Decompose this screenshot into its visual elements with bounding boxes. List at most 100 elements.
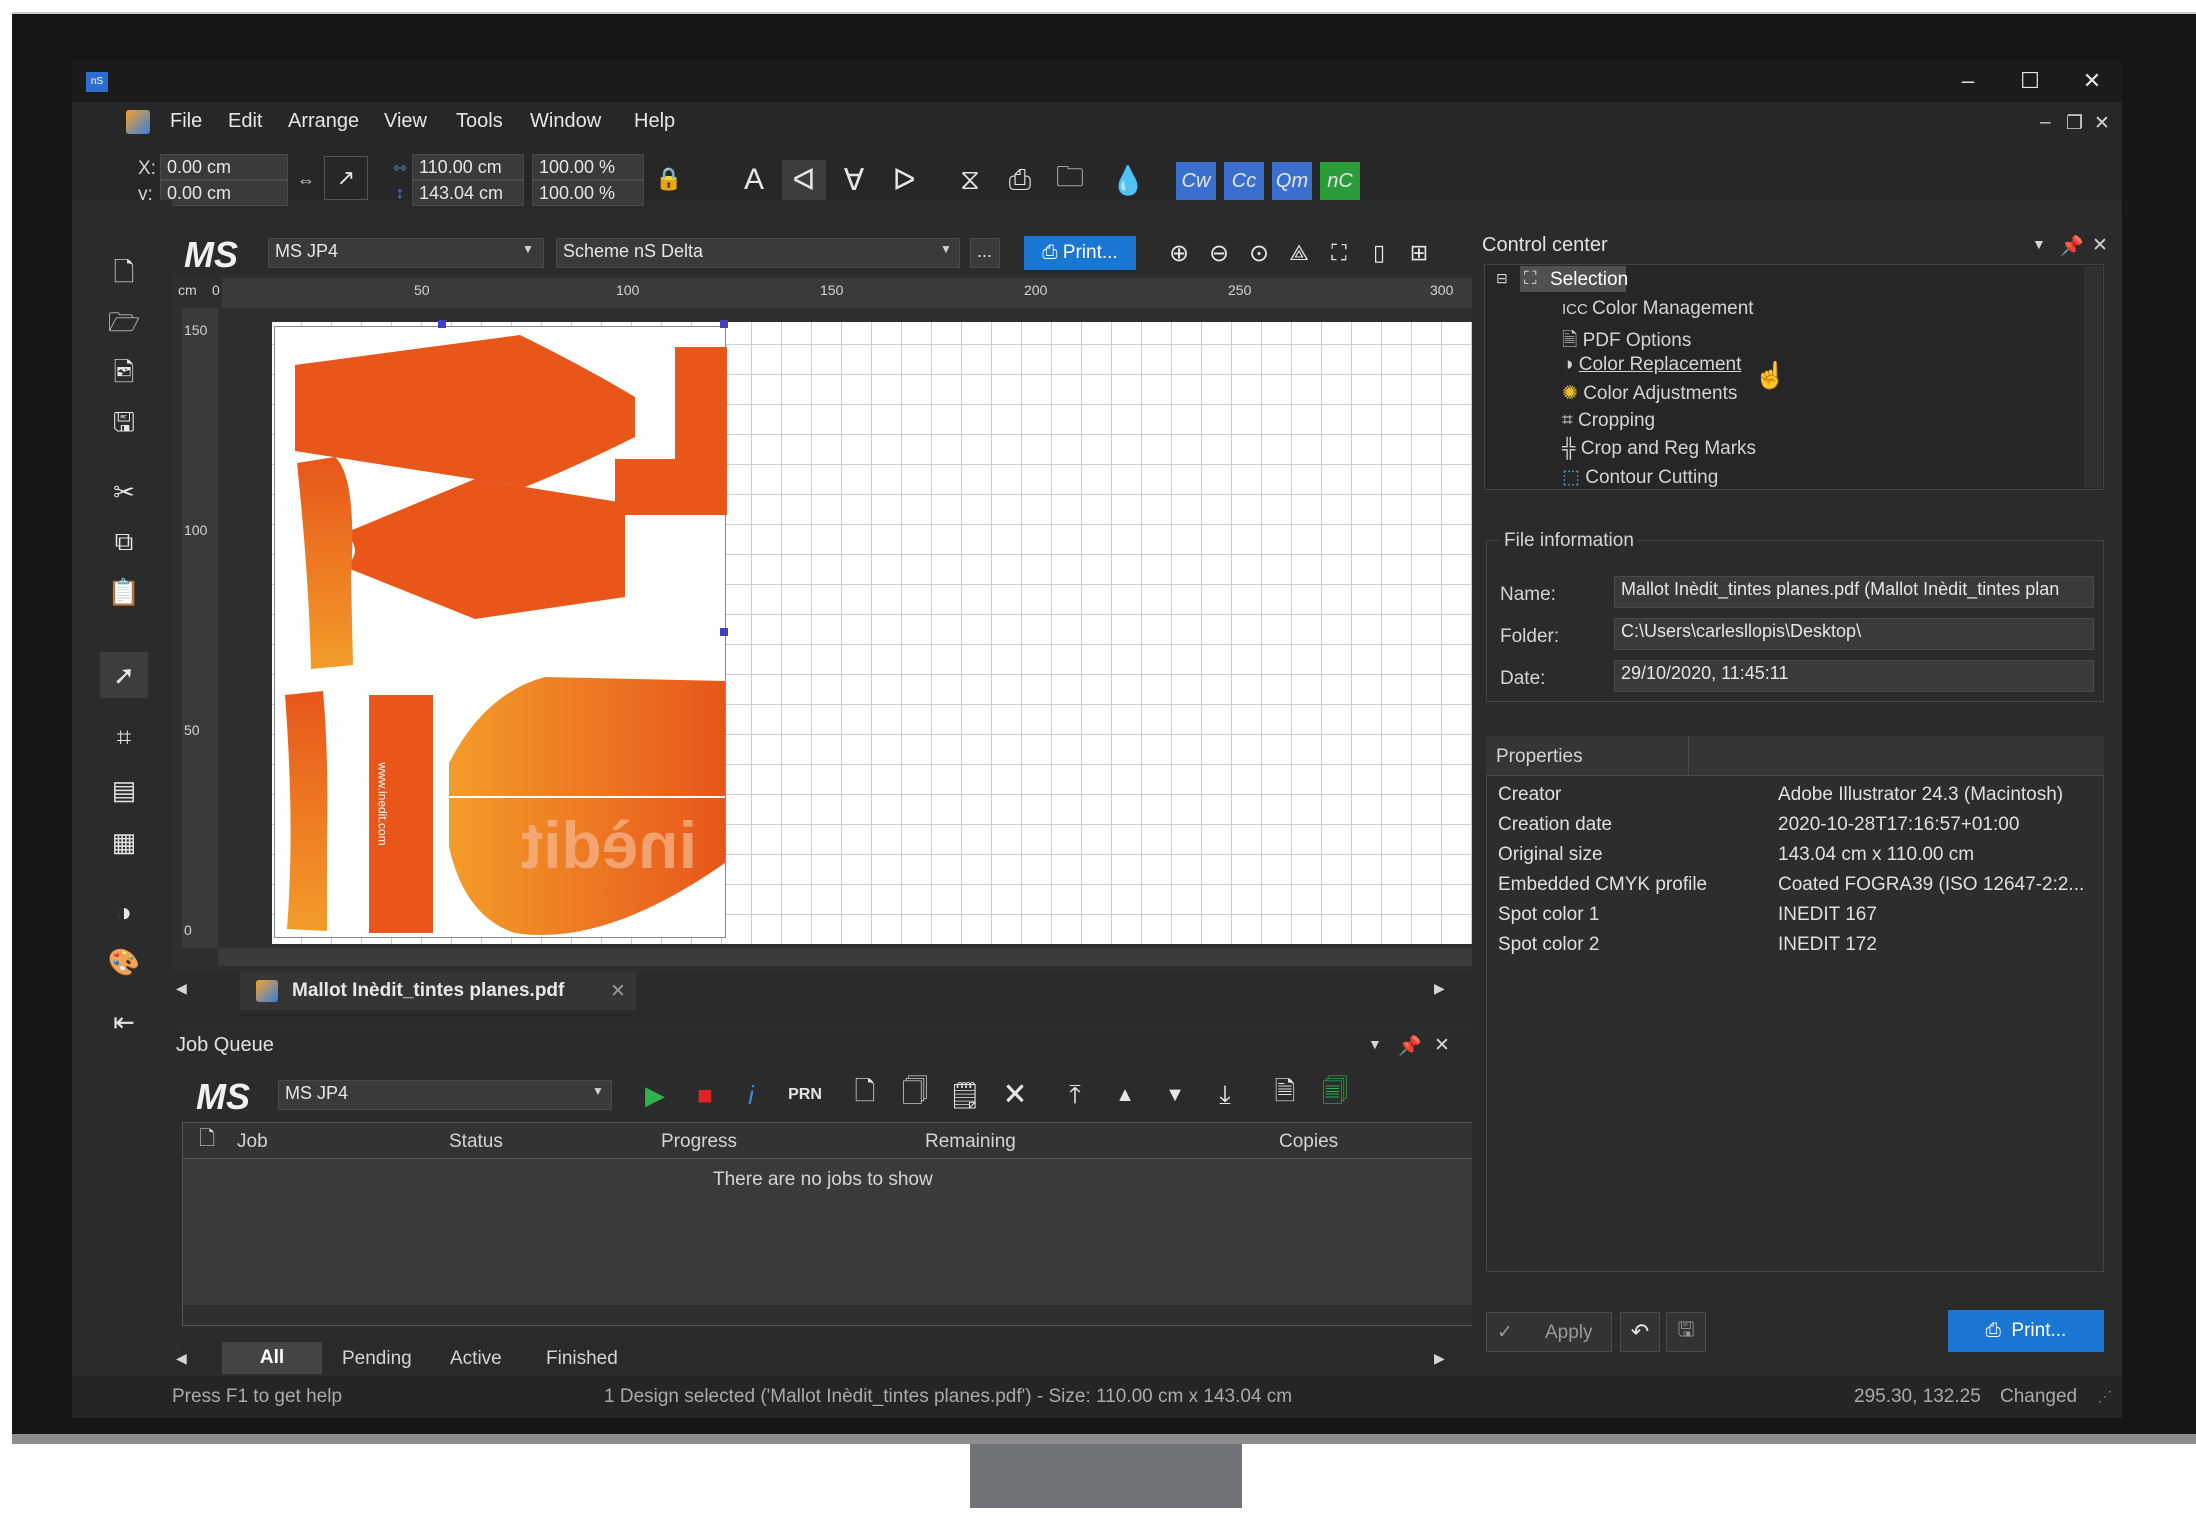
column-progress[interactable]: Progress bbox=[661, 1131, 737, 1153]
link-dimensions-icon[interactable]: ⇔ bbox=[294, 156, 318, 204]
tree-item-selection[interactable]: ⛶ Selection bbox=[1520, 266, 1628, 292]
column-remaining[interactable]: Remaining bbox=[925, 1131, 1016, 1153]
column-status[interactable]: Status bbox=[449, 1131, 503, 1153]
close-panel-icon[interactable]: ✕ bbox=[1434, 1034, 1450, 1057]
maximize-button[interactable]: ☐ bbox=[2010, 66, 2050, 96]
paste-icon[interactable]: 📋 bbox=[102, 570, 146, 614]
tab-active[interactable]: Active bbox=[450, 1348, 502, 1370]
selection-handle[interactable] bbox=[720, 628, 728, 636]
job-delete-icon[interactable]: 🗙 bbox=[998, 1076, 1032, 1112]
menu-help[interactable]: Help bbox=[634, 110, 675, 133]
name-field[interactable]: Mallot Inèdit_tintes planes.pdf (Mallot … bbox=[1614, 576, 2094, 608]
pin-icon[interactable]: 📌 bbox=[2060, 234, 2084, 258]
tree-collapse-icon[interactable]: ⊟ bbox=[1496, 270, 1508, 287]
palette-icon[interactable]: 🎨 bbox=[102, 940, 146, 984]
tab-all[interactable]: All bbox=[222, 1342, 322, 1374]
import-job-icon[interactable]: 🗐 bbox=[1318, 1076, 1352, 1112]
zoom-out-icon[interactable]: ⊖ bbox=[1202, 236, 1236, 270]
add-image-icon[interactable]: 🖻 bbox=[102, 354, 146, 398]
save-settings-icon[interactable]: 🖫 bbox=[1666, 1312, 1706, 1352]
menu-window[interactable]: Window bbox=[530, 110, 601, 133]
tree-item-contour-cutting[interactable]: ⬚ Contour Cutting bbox=[1562, 466, 1718, 489]
width-field[interactable]: 110.00 cm bbox=[412, 154, 524, 180]
new-document-icon[interactable]: 🗋 bbox=[102, 254, 146, 298]
tab-scroll-left-icon[interactable]: ◀ bbox=[176, 1350, 187, 1367]
zoom-objects-icon[interactable]: ⟁ bbox=[1282, 236, 1316, 270]
prn-button[interactable]: PRN bbox=[780, 1078, 830, 1112]
move-down-icon[interactable]: ▼ bbox=[1158, 1078, 1192, 1112]
folder-settings-icon[interactable]: 🗀 bbox=[1048, 160, 1092, 200]
zoom-fit-icon[interactable]: ⊙ bbox=[1242, 236, 1276, 270]
mdi-minimize-button[interactable]: – bbox=[2040, 112, 2051, 134]
grid-icon[interactable]: ▦ bbox=[102, 820, 146, 864]
column-job[interactable]: Job bbox=[237, 1131, 268, 1153]
tile-icon[interactable]: ▤ bbox=[102, 768, 146, 812]
tab-scroll-right-icon[interactable]: ▶ bbox=[1434, 1350, 1445, 1367]
stop-icon[interactable]: ■ bbox=[688, 1078, 722, 1112]
apply-button[interactable]: ✓ Apply bbox=[1486, 1312, 1612, 1352]
move-bottom-icon[interactable]: ⤓ bbox=[1208, 1078, 1242, 1112]
tree-item-color-management[interactable]: ICC Color Management bbox=[1562, 298, 1754, 320]
menu-tools[interactable]: Tools bbox=[456, 110, 503, 133]
resize-grip-icon[interactable]: ⋰ bbox=[2098, 1388, 2112, 1405]
mdi-close-button[interactable]: ✕ bbox=[2094, 112, 2110, 135]
panel-menu-icon[interactable]: ▼ bbox=[2032, 236, 2046, 252]
select-arrow-icon[interactable]: ➚ bbox=[100, 652, 148, 698]
tab-pending[interactable]: Pending bbox=[342, 1348, 412, 1370]
chart-origin-icon[interactable]: ↗ bbox=[324, 156, 368, 200]
ink-drop-icon[interactable]: 💧 bbox=[1106, 160, 1150, 200]
queue-send-icon[interactable]: ⇤ bbox=[102, 1000, 146, 1044]
height-percent-field[interactable]: 100.00 % bbox=[532, 180, 644, 206]
job-duplicate-icon[interactable]: 🗍 bbox=[898, 1076, 932, 1112]
open-folder-icon[interactable]: 🗁 bbox=[102, 304, 146, 348]
tab-scroll-left-icon[interactable]: ◀ bbox=[176, 980, 187, 997]
export-job-icon[interactable]: 🗎 bbox=[1268, 1076, 1302, 1112]
align-left-icon[interactable]: ᐊ bbox=[782, 160, 826, 200]
align-right-icon[interactable]: ᐅ bbox=[882, 160, 926, 200]
x-position-field[interactable]: 0.00 cm bbox=[160, 154, 288, 180]
close-panel-icon[interactable]: ✕ bbox=[2092, 234, 2108, 257]
tree-item-cropping[interactable]: ⌗ Cropping bbox=[1562, 410, 1655, 432]
selected-design[interactable]: inèdit www.inedit.com bbox=[274, 326, 731, 938]
cc-icon[interactable]: Cc bbox=[1224, 162, 1264, 200]
menu-view[interactable]: View bbox=[384, 110, 427, 133]
tree-item-crop-reg-marks[interactable]: ╬ Crop and Reg Marks bbox=[1562, 438, 1756, 460]
move-top-icon[interactable]: ⤒ bbox=[1058, 1078, 1092, 1112]
undo-icon[interactable]: ↶ bbox=[1620, 1312, 1660, 1352]
printer-settings-icon[interactable]: ⎙ bbox=[998, 160, 1042, 200]
tree-item-color-adjustments[interactable]: ✺ Color Adjustments bbox=[1562, 382, 1737, 405]
width-percent-field[interactable]: 100.00 % bbox=[532, 154, 644, 180]
info-icon[interactable]: i bbox=[734, 1078, 768, 1112]
menu-arrange[interactable]: Arrange bbox=[288, 110, 359, 133]
qm-icon[interactable]: Qm bbox=[1272, 162, 1312, 200]
play-icon[interactable]: ▶ bbox=[638, 1078, 672, 1112]
date-field[interactable]: 29/10/2020, 11:45:11 bbox=[1614, 660, 2094, 692]
mirror-icon[interactable]: ⧖ bbox=[948, 160, 992, 200]
document-tab[interactable]: Mallot Inèdit_tintes planes.pdf ✕ bbox=[240, 972, 636, 1010]
height-field[interactable]: 143.04 cm bbox=[412, 180, 524, 206]
lock-icon[interactable]: 🔒 bbox=[654, 162, 684, 196]
cw-icon[interactable]: Cw bbox=[1176, 162, 1216, 200]
panel-menu-icon[interactable]: ▼ bbox=[1368, 1036, 1382, 1052]
cut-icon[interactable]: ✂ bbox=[102, 470, 146, 514]
job-file-icon[interactable]: 🗋 bbox=[848, 1076, 882, 1112]
pin-icon[interactable]: 📌 bbox=[1398, 1034, 1422, 1058]
close-window-button[interactable]: ✕ bbox=[2072, 66, 2112, 96]
scheme-select[interactable]: Scheme nS Delta bbox=[556, 238, 960, 268]
nc-icon[interactable]: nC bbox=[1320, 162, 1360, 200]
selection-handle[interactable] bbox=[438, 320, 446, 328]
folder-field[interactable]: C:\Users\carlesllopis\Desktop\ bbox=[1614, 618, 2094, 650]
close-tab-icon[interactable]: ✕ bbox=[610, 980, 626, 1003]
more-button[interactable]: ... bbox=[970, 238, 1000, 268]
y-position-field[interactable]: 0.00 cm bbox=[160, 180, 288, 206]
align-bottom-icon[interactable]: ∀ bbox=[832, 160, 876, 200]
tab-scroll-right-icon[interactable]: ▶ bbox=[1434, 980, 1445, 997]
move-up-icon[interactable]: ▲ bbox=[1108, 1078, 1142, 1112]
zoom-page-icon[interactable]: ▯ bbox=[1362, 236, 1396, 270]
job-table-hscrollbar[interactable] bbox=[183, 1305, 1499, 1325]
print-button[interactable]: ⎙ Print... bbox=[1024, 236, 1136, 270]
job-edit-icon[interactable]: 🗒 bbox=[948, 1078, 982, 1112]
zoom-in-icon[interactable]: ⊕ bbox=[1162, 236, 1196, 270]
zoom-selection-icon[interactable]: ⛶ bbox=[1322, 236, 1356, 270]
menu-file[interactable]: File bbox=[170, 110, 202, 133]
